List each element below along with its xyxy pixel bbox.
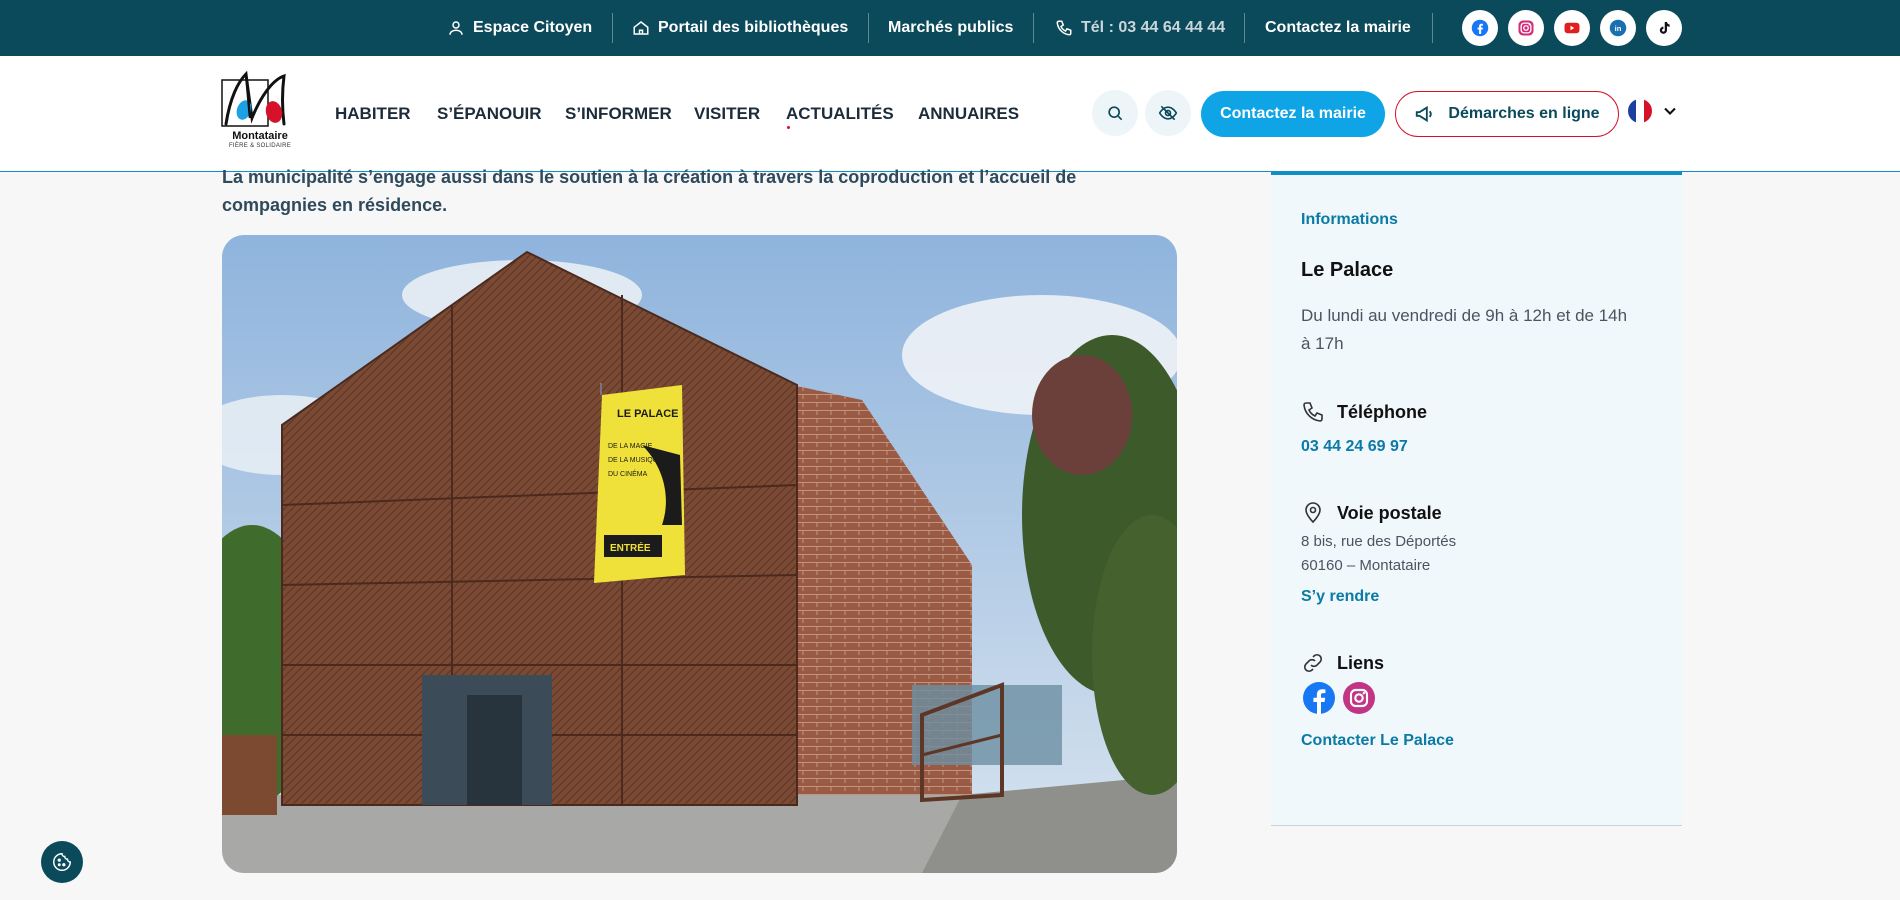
france-flag-icon [1628, 99, 1652, 123]
portail-bibliotheques-link[interactable]: Portail des bibliothèques [632, 0, 848, 56]
links-heading-label: Liens [1337, 652, 1385, 673]
contact-palace-link[interactable]: Contacter Le Palace [1301, 732, 1454, 750]
demarches-label: Démarches en ligne [1448, 105, 1600, 122]
banner-title: LE PALACE [617, 408, 679, 420]
youtube-icon [1564, 22, 1580, 34]
phone-link[interactable]: Tél : 03 44 64 44 44 [1055, 0, 1225, 56]
nav-item-actualites[interactable]: ACTUALITÉS [786, 104, 894, 124]
address-line: 8 bis, rue des Déportés [1301, 533, 1457, 550]
nav-item-annuaires[interactable]: ANNUAIRES [918, 104, 1019, 124]
intro-line: La municipalité s’engage aussi dans le s… [222, 167, 1077, 187]
chevron-down-icon [1664, 107, 1676, 115]
palace-facebook-link[interactable] [1303, 682, 1335, 714]
contact-label: Contactez la mairie [1265, 19, 1411, 36]
portail-label: Portail des bibliothèques [658, 19, 849, 36]
intro-paragraph: La municipalité s’engage aussi dans le s… [222, 163, 1122, 219]
opening-hours: Du lundi au vendredi de 9h à 12h et de 1… [1301, 302, 1661, 358]
info-sidebar: Informations Le Palace Du lundi au vendr… [1271, 172, 1682, 826]
logo-name: Montataire [232, 130, 288, 142]
address-heading-label: Voie postale [1337, 502, 1442, 523]
nav-item-visiter[interactable]: VISITER [694, 104, 760, 124]
megaphone-icon [1416, 105, 1433, 123]
espace-citoyen-label: Espace Citoyen [473, 19, 593, 36]
search-button[interactable] [1092, 90, 1138, 136]
divider [1244, 13, 1245, 43]
svg-text:in: in [1615, 24, 1622, 33]
hours-line: Du lundi au vendredi de 9h à 12h et de 1… [1301, 306, 1628, 325]
eye-off-icon [1158, 105, 1178, 121]
accessibility-button[interactable] [1145, 90, 1191, 136]
sidebar-eyebrow: Informations [1301, 211, 1398, 228]
directions-link[interactable]: S’y rendre [1301, 588, 1379, 606]
nav-item-sepanouir[interactable]: S’ÉPANOUIR [437, 104, 542, 124]
facebook-icon [1471, 19, 1489, 37]
user-icon [449, 21, 463, 35]
marches-publics-link[interactable]: Marchés publics [888, 0, 1013, 56]
phone-number-link[interactable]: 03 44 24 69 97 [1301, 438, 1408, 456]
banner-line: DU CINÉMA [608, 469, 648, 478]
links-heading: Liens [1301, 651, 1384, 675]
facebook-button[interactable] [1462, 10, 1498, 46]
contact-mairie-link[interactable]: Contactez la mairie [1265, 0, 1411, 56]
hours-line: à 17h [1301, 334, 1344, 353]
banner-entry: ENTRÉE [610, 541, 651, 554]
logo-tagline: FIÈRE & SOLIDAIRE [228, 143, 292, 149]
youtube-button[interactable] [1554, 10, 1590, 46]
divider [868, 13, 869, 43]
phone-label: Tél : 03 44 64 44 44 [1081, 19, 1226, 36]
site-logo[interactable]: Montataire FIÈRE & SOLIDAIRE [220, 68, 300, 160]
tiktok-icon [1659, 22, 1670, 34]
phone-heading: Téléphone [1301, 400, 1427, 424]
address-line: 60160 – Montataire [1301, 557, 1431, 574]
facebook-icon [1303, 682, 1335, 714]
linkedin-icon: in [1609, 19, 1627, 37]
instagram-button[interactable] [1508, 10, 1544, 46]
divider [1033, 13, 1034, 43]
address-heading: Voie postale [1301, 501, 1442, 525]
marches-label: Marchés publics [888, 19, 1014, 36]
cookie-icon [53, 853, 71, 871]
palace-instagram-link[interactable] [1343, 682, 1375, 714]
building-illustration: LE PALACE DE LA MAGIE DE LA MUSIQUE DU C… [222, 235, 1177, 873]
home-icon [633, 21, 649, 35]
instagram-icon [1518, 20, 1534, 36]
linkedin-button[interactable]: in [1600, 10, 1636, 46]
phone-heading-label: Téléphone [1337, 401, 1428, 422]
intro-line: compagnies en résidence. [222, 195, 448, 215]
logo-mark-icon [221, 70, 286, 127]
nav-item-sinformer[interactable]: S’INFORMER [565, 104, 672, 124]
divider [612, 13, 613, 43]
tiktok-button[interactable] [1646, 10, 1682, 46]
main-header: Montataire FIÈRE & SOLIDAIRE HABITER S’É… [0, 56, 1900, 172]
active-indicator [787, 126, 790, 129]
search-icon [1108, 106, 1123, 121]
contact-mairie-button[interactable]: Contactez la mairie [1201, 91, 1385, 137]
nav-item-habiter[interactable]: HABITER [335, 104, 411, 124]
venue-title: Le Palace [1301, 259, 1394, 281]
espace-citoyen-link[interactable]: Espace Citoyen [447, 0, 592, 56]
cookie-settings-button[interactable] [41, 841, 83, 883]
phone-icon [1303, 402, 1323, 422]
demarches-en-ligne-button[interactable]: Démarches en ligne [1395, 91, 1619, 137]
phone-icon [1056, 20, 1072, 36]
instagram-icon [1343, 682, 1375, 714]
link-icon [1303, 653, 1323, 673]
map-pin-icon [1305, 502, 1321, 524]
top-utility-bar: Espace Citoyen Portail des bibliothèques… [0, 0, 1900, 56]
divider [1432, 13, 1433, 43]
language-selector[interactable] [1628, 99, 1680, 123]
le-palace-photo: LE PALACE DE LA MAGIE DE LA MUSIQUE DU C… [222, 235, 1177, 873]
